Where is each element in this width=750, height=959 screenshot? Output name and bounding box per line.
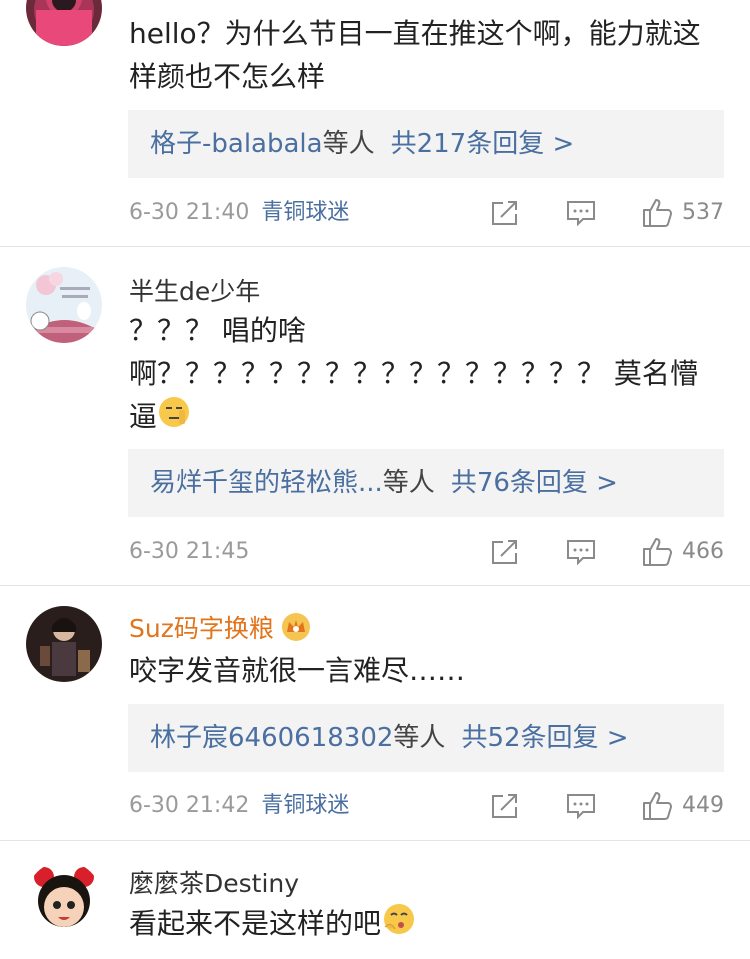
comment-text: ？？？ 唱的啥 啊？？？？？？？？？？？？？？？？ 莫名懵 逼 [129,309,719,441]
avatar[interactable] [26,861,102,937]
reply-etc: 等人 [322,129,375,159]
like-button[interactable]: 449 [642,786,724,826]
avatar[interactable] [26,606,102,682]
avatar-image [26,0,102,46]
thumbs-up-icon [643,538,672,566]
reply-count[interactable]: 共217条回复 > [391,129,575,159]
comment-item: 半生de少年 ？？？ 唱的啥 啊？？？？？？？？？？？？？？？？ 莫名懵 逼 易… [0,247,750,585]
username-text: Suz码字换粮 [129,614,274,643]
username[interactable]: Suz码字换粮 [129,609,312,648]
comment-icon [567,794,595,820]
comment-item: 麼麼茶Destiny 看起来不是这样的吧 [0,841,750,959]
username[interactable]: 半生de少年 [129,272,260,308]
crown-icon [280,612,312,648]
kissing-face-emoji-icon [381,901,417,949]
reply-count[interactable]: 共76条回复 > [451,468,618,498]
avatar-image [26,606,102,682]
comment-time: 6-30 21:42 [129,793,250,818]
reply-etc: 等人 [382,468,435,498]
username[interactable]: 麼麼茶Destiny [129,864,299,900]
like-count: 537 [682,200,724,225]
avatar[interactable] [26,0,102,46]
like-count: 466 [682,539,724,564]
avatar[interactable] [26,267,102,343]
comment-meta: 6-30 21:40 青铜球迷 537 [129,193,724,233]
comment-time: 6-30 21:40 [129,200,250,225]
share-button[interactable] [490,538,520,566]
comment-text: 咬字发音就很一言难尽…… [129,654,466,687]
comment-icon [567,540,595,566]
reply-names[interactable]: 易烊千玺的轻松熊... [150,468,383,498]
comment-button[interactable] [566,199,596,227]
comment-meta: 6-30 21:45 466 [129,532,724,572]
comment-button[interactable] [566,792,596,820]
comment-time: 6-30 21:45 [129,539,250,564]
avatar-image [26,861,102,937]
avatar-image [26,267,102,343]
fan-badge[interactable]: 青铜球迷 [261,793,349,818]
share-icon [492,201,517,225]
comment-button[interactable] [566,538,596,566]
reply-count[interactable]: 共52条回复 > [461,723,628,753]
reply-names[interactable]: 格子-balabala [150,129,323,159]
comment-text-line: 啊？？？？？？？？？？？？？？？？ 莫名懵 [129,357,698,390]
comment-text-line: 逼 [129,395,719,441]
smirk-emoji-icon [157,395,191,441]
reply-names[interactable]: 林子宸6460618302 [150,723,393,753]
thumbs-up-icon [643,199,672,227]
fan-badge[interactable]: 青铜球迷 [261,200,349,225]
share-icon [492,794,517,818]
comment-text-line: ？？？ 唱的啥 [129,314,306,347]
reply-summary[interactable]: 林子宸6460618302等人 共52条回复 > [128,704,724,772]
reply-summary[interactable]: 格子-balabala等人 共217条回复 > [128,110,724,178]
comment-text: 看起来不是这样的吧 [129,901,719,949]
action-bar: 449 [490,786,724,826]
comment-text-fragment: 看起来不是这样的吧 [129,907,382,940]
comment-icon [567,201,595,227]
share-icon [492,540,517,564]
like-button[interactable]: 537 [642,193,724,233]
action-bar: 537 [490,193,724,233]
share-button[interactable] [490,199,520,227]
like-count: 449 [682,793,724,818]
comment-meta: 6-30 21:42 青铜球迷 449 [129,786,724,826]
like-button[interactable]: 466 [642,532,724,572]
reply-summary[interactable]: 易烊千玺的轻松熊...等人 共76条回复 > [128,449,724,517]
share-button[interactable] [490,792,520,820]
thumbs-up-icon [643,792,672,820]
action-bar: 466 [490,532,724,572]
comment-item: hello？为什么节目一直在推这个啊，能力就这样颜也不怎么样 格子-balaba… [0,0,750,246]
comment-text-fragment: 逼 [129,400,158,433]
comment-text: hello？为什么节目一直在推这个啊，能力就这样颜也不怎么样 [129,17,701,93]
reply-etc: 等人 [393,723,446,753]
comment-item: Suz码字换粮 咬字发音就很一言难尽…… 林子宸6460618302等人 共52条… [0,586,750,840]
